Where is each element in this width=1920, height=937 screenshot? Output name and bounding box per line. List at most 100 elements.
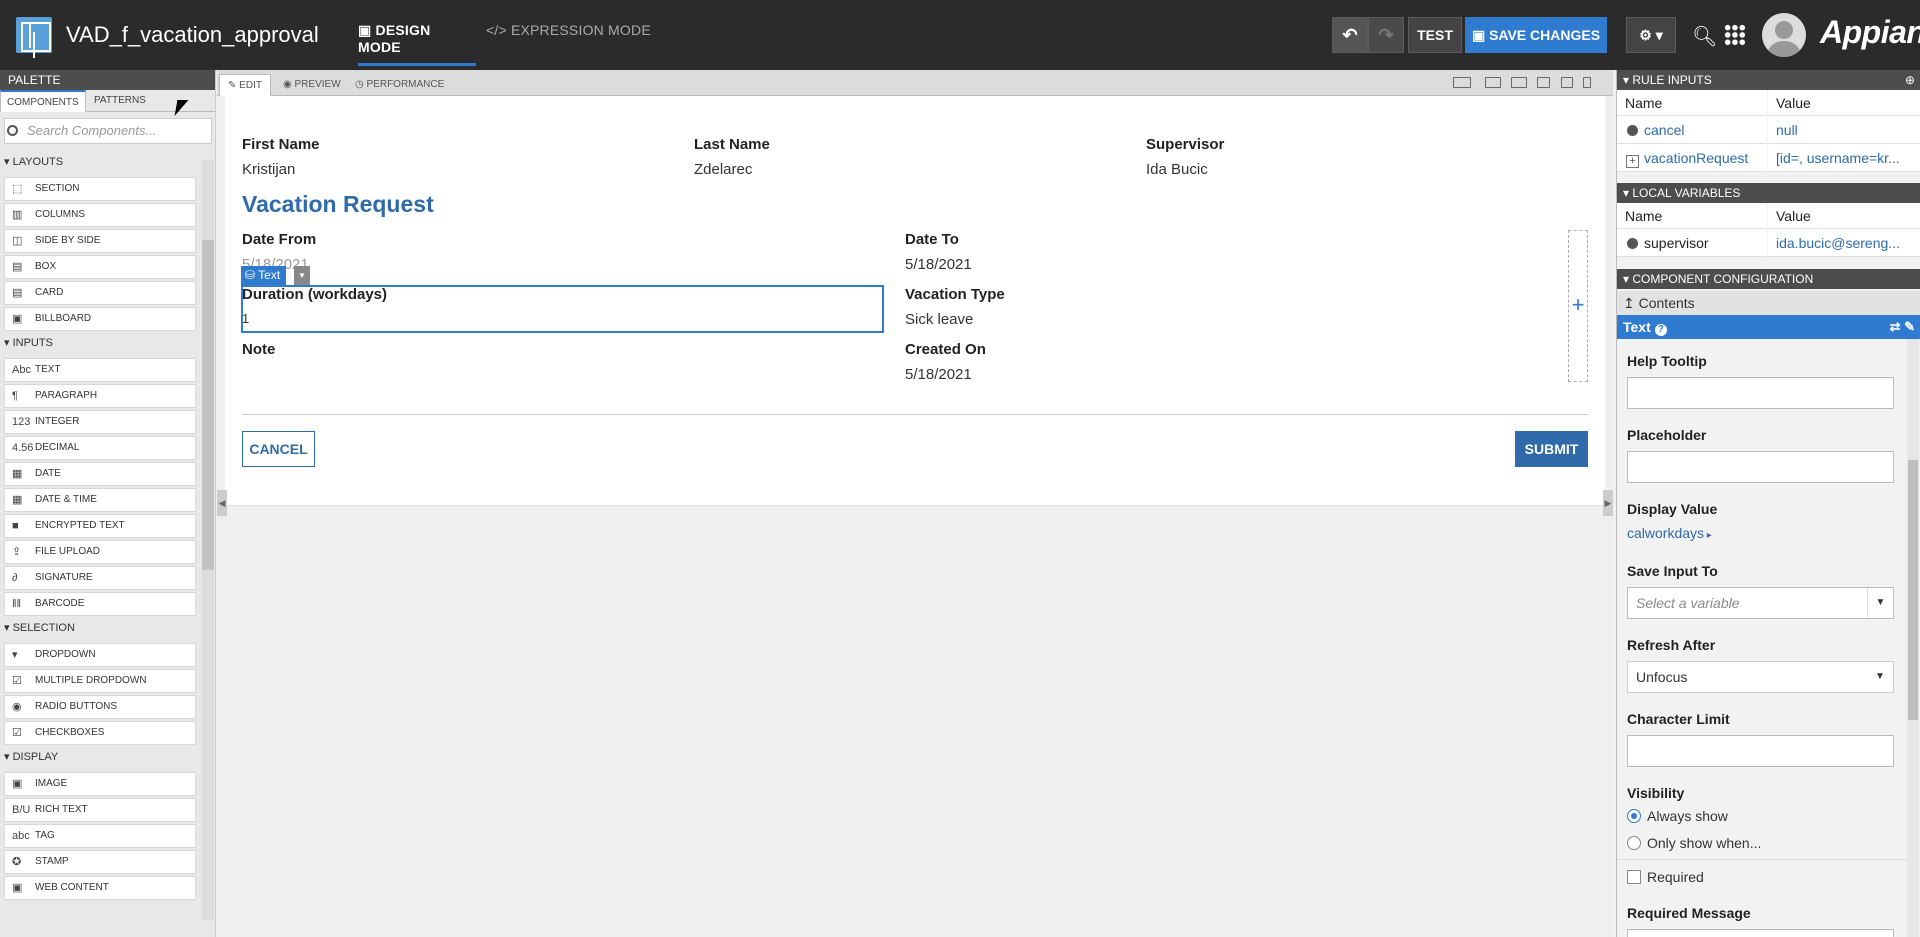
redo-button[interactable]: ↷ — [1368, 17, 1404, 53]
tablet-icon[interactable] — [1561, 77, 1573, 88]
palette-item-encrypted-text[interactable]: ■ ENCRYPTED TEXT — [4, 514, 196, 538]
selected-component-tag[interactable]: ⛁ Text — [241, 266, 287, 285]
rule-input-value[interactable]: [id=, username=kr... — [1768, 144, 1920, 172]
search-components-input[interactable]: Search Components... — [4, 118, 212, 144]
rule-input-vacation-request[interactable]: + vacationRequest — [1617, 144, 1767, 172]
rule-input-value[interactable]: null — [1768, 116, 1920, 144]
local-variable-value[interactable]: ida.bucic@sereng... — [1768, 229, 1920, 257]
palette-item-decimal[interactable]: 4.56 DECIMAL — [4, 436, 196, 460]
tab-patterns[interactable]: PATTERNS — [88, 90, 152, 112]
save-input-dropdown[interactable]: Select a variable ▼ — [1627, 587, 1894, 619]
collapse-right-icon[interactable]: ▶ — [1603, 490, 1613, 516]
placeholder-input[interactable] — [1627, 451, 1894, 483]
palette-item-signature[interactable]: ∂ SIGNATURE — [4, 566, 196, 590]
palette-item-section[interactable]: ⬚ SECTION — [4, 177, 196, 201]
rule-inputs-header[interactable]: ▾ RULE INPUTS ⊕ — [1617, 70, 1920, 90]
config-scrollbar-thumb[interactable] — [1908, 460, 1918, 720]
palette-item-checkboxes[interactable]: ☑ CHECKBOXES — [4, 721, 196, 745]
radio-always-show[interactable]: Always show — [1627, 808, 1728, 824]
palette-item-columns[interactable]: ▥ COLUMNS — [4, 203, 196, 227]
palette-item-paragraph[interactable]: ¶ PARAGRAPH — [4, 384, 196, 408]
phone-icon[interactable] — [1583, 77, 1591, 88]
palette-item-side-by-side[interactable]: ◫ SIDE BY SIDE — [4, 229, 196, 253]
help-tooltip-label: Help Tooltip — [1627, 353, 1707, 369]
settings-gear-button[interactable]: ⚙ ▾ — [1626, 17, 1676, 53]
palette-item-rich-text[interactable]: B/U RICH TEXT — [4, 798, 196, 822]
palette-item-file-upload[interactable]: ⇪ FILE UPLOAD — [4, 540, 196, 564]
palette-item-dropdown[interactable]: ▾ DROPDOWN — [4, 643, 196, 667]
add-column-icon[interactable]: + — [1568, 230, 1588, 382]
supervisor-value[interactable]: Ida Bucic — [1146, 161, 1208, 178]
palette-item-stamp[interactable]: ✪ STAMP — [4, 850, 196, 874]
cancel-button[interactable]: CANCEL — [242, 431, 315, 467]
avatar[interactable] — [1762, 13, 1806, 57]
submit-button[interactable]: SUBMIT — [1515, 431, 1588, 467]
palette-item-date-time[interactable]: ▦ DATE & TIME — [4, 488, 196, 512]
help-icon[interactable]: ? — [1654, 324, 1667, 336]
chevron-down-icon[interactable]: ▼ — [294, 266, 310, 285]
palette-item-barcode[interactable]: ‖‖ BARCODE — [4, 592, 196, 616]
laptop-icon[interactable] — [1537, 77, 1550, 88]
local-variables-header[interactable]: ▾ LOCAL VARIABLES — [1617, 183, 1920, 203]
palette-group-inputs[interactable]: ▾ INPUTS — [0, 331, 200, 356]
form-title[interactable]: Vacation Request — [242, 191, 434, 218]
contents-link[interactable]: ↥ Contents — [1617, 291, 1920, 315]
rule-input-cancel[interactable]: cancel — [1617, 116, 1767, 144]
apps-grid-icon[interactable] — [1724, 24, 1746, 46]
help-tooltip-input[interactable] — [1627, 377, 1894, 409]
palette-group-layouts[interactable]: ▾ LAYOUTS — [0, 150, 200, 175]
vacation-type-label: Vacation Type — [905, 286, 1005, 303]
tab-preview[interactable]: ◉ PREVIEW — [275, 74, 349, 96]
palette-item-date[interactable]: ▦ DATE — [4, 462, 196, 486]
radio-only-show-when[interactable]: Only show when... — [1627, 835, 1761, 851]
palette-group-display[interactable]: ▾ DISPLAY — [0, 745, 200, 770]
add-rule-input-icon[interactable]: ⊕ — [1905, 70, 1915, 90]
refresh-after-dropdown[interactable]: Unfocus ▼ — [1627, 661, 1894, 693]
required-checkbox[interactable]: Required — [1627, 869, 1704, 885]
fit-width-icon[interactable] — [1453, 77, 1471, 88]
save-changes-button[interactable]: ▣ SAVE CHANGES — [1465, 17, 1607, 53]
tab-edit[interactable]: ✎ EDIT — [219, 74, 271, 96]
component-config-header[interactable]: ▾ COMPONENT CONFIGURATION — [1617, 269, 1920, 289]
palette-group-selection[interactable]: ▾ SELECTION — [0, 616, 200, 641]
duration-value[interactable]: 1 — [242, 311, 249, 326]
palette-item-box[interactable]: ▤ BOX — [4, 255, 196, 279]
date-to-value[interactable]: 5/18/2021 — [905, 256, 972, 273]
palette-scrollbar-thumb[interactable] — [202, 240, 214, 570]
palette-item-integer[interactable]: 123 INTEGER — [4, 410, 196, 434]
palette-item-text[interactable]: Abc TEXT — [4, 358, 196, 382]
collapse-left-icon[interactable]: ◀ — [217, 490, 227, 516]
expand-icon[interactable]: + — [1626, 155, 1639, 168]
test-button[interactable]: TEST — [1408, 17, 1462, 53]
note-label: Note — [242, 341, 276, 358]
vacation-type-value[interactable]: Sick leave — [905, 311, 973, 328]
palette-item-web-content[interactable]: ▣ WEB CONTENT — [4, 876, 196, 900]
expression-mode-tab[interactable]: </> EXPRESSION MODE — [486, 22, 651, 38]
search-icon[interactable]: 🔍︎ — [1692, 24, 1717, 49]
first-name-value[interactable]: Kristijan — [242, 161, 295, 178]
edit-icon[interactable]: ✎ — [1904, 319, 1915, 334]
created-on-value[interactable]: 5/18/2021 — [905, 366, 972, 383]
chevron-down-icon: ▼ — [1875, 671, 1885, 682]
component-config-form: Help Tooltip Placeholder Display Value c… — [1617, 339, 1907, 937]
appian-logo[interactable]: Appian — [1820, 14, 1920, 51]
palette-item-card[interactable]: ▤ CARD — [4, 281, 196, 305]
palette-item-radio-buttons[interactable]: ◉ RADIO BUTTONS — [4, 695, 196, 719]
desktop-icon[interactable] — [1511, 77, 1527, 88]
palette-item-multiple-dropdown[interactable]: ☑ MULTIPLE DROPDOWN — [4, 669, 196, 693]
palette-item-tag[interactable]: abc TAG — [4, 824, 196, 848]
required-message-input[interactable] — [1627, 929, 1894, 937]
display-value-link[interactable]: calworkdays ▸ — [1627, 525, 1712, 541]
divider — [1617, 859, 1907, 860]
swap-icon[interactable]: ⇄ — [1890, 319, 1901, 334]
undo-button[interactable]: ↶ — [1332, 17, 1368, 53]
last-name-value[interactable]: Zdelarec — [694, 161, 752, 178]
character-limit-input[interactable] — [1627, 735, 1894, 767]
palette-item-billboard[interactable]: ▣ BILLBOARD — [4, 307, 196, 331]
design-mode-tab[interactable]: ▣ DESIGN MODE — [358, 22, 476, 66]
tab-performance[interactable]: ◷ PERFORMANCE — [347, 74, 452, 96]
desktop-wide-icon[interactable] — [1485, 77, 1501, 88]
palette-item-image[interactable]: ▣ IMAGE — [4, 772, 196, 796]
tab-components[interactable]: COMPONENTS — [0, 90, 86, 112]
local-variable-supervisor[interactable]: supervisor — [1617, 229, 1767, 257]
